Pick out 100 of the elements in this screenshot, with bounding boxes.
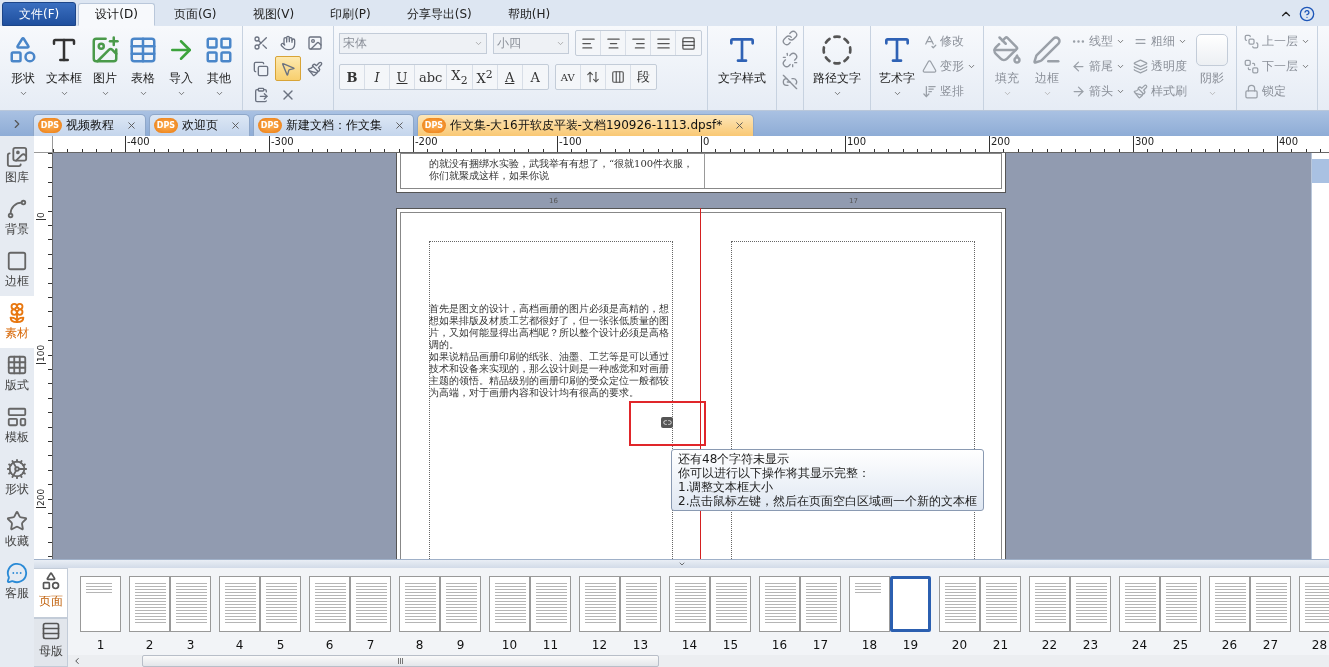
close-icon[interactable] xyxy=(394,120,405,131)
caret-icon xyxy=(832,89,842,98)
page-thumbnail[interactable] xyxy=(489,576,530,632)
format-button[interactable]: I xyxy=(365,65,390,89)
sidebar-item[interactable]: 收藏 xyxy=(0,504,34,556)
page-thumbnail[interactable] xyxy=(219,576,260,632)
page-thumbnail[interactable] xyxy=(1299,576,1329,632)
panel-tab[interactable]: 页面 xyxy=(34,568,68,618)
page-thumbnail[interactable] xyxy=(309,576,350,632)
sidebar-item[interactable]: 客服 xyxy=(0,556,34,608)
page-number: 12 xyxy=(591,638,608,652)
close-icon[interactable] xyxy=(126,120,137,131)
file-menu-button[interactable]: 文件(F) xyxy=(2,2,77,26)
panel-tab[interactable]: 母版 xyxy=(34,617,68,667)
page-thumbnail[interactable] xyxy=(1070,576,1111,632)
close-icon[interactable] xyxy=(734,120,746,131)
page-thumbnail[interactable] xyxy=(759,576,800,632)
scroll-left-icon[interactable] xyxy=(72,656,82,666)
art-text-button[interactable]: 艺术字 xyxy=(876,30,918,100)
document-tab[interactable]: DPS 欢迎页 xyxy=(149,114,250,136)
line-spacing-icon xyxy=(585,70,600,84)
format-button[interactable]: X$^{2}$ xyxy=(472,65,498,89)
char-spacing-button[interactable]: AV xyxy=(555,65,581,89)
page-thumbnail[interactable] xyxy=(849,576,890,632)
page-number: 18 xyxy=(861,638,878,652)
page-thumbnail[interactable] xyxy=(980,576,1021,632)
import-button[interactable]: 导入 xyxy=(163,30,199,100)
page-thumbnail[interactable] xyxy=(399,576,440,632)
link-icon[interactable] xyxy=(782,30,798,46)
align-right-icon xyxy=(630,35,646,51)
page-thumbnail[interactable] xyxy=(350,576,391,632)
sidebar-item[interactable]: 形状 xyxy=(0,452,34,504)
page-thumbnail[interactable] xyxy=(800,576,841,632)
page-thumbnail[interactable] xyxy=(1029,576,1070,632)
document-tab[interactable]: DPS 视频教程 xyxy=(33,114,146,136)
sidebar-item[interactable]: 边框 xyxy=(0,244,34,296)
path-text-button[interactable]: 路径文字 xyxy=(809,30,865,100)
caret-icon xyxy=(176,89,186,98)
sidebar-item[interactable]: 模板 xyxy=(0,400,34,452)
page-thumbnail[interactable] xyxy=(1160,576,1201,632)
help-icon[interactable] xyxy=(1299,6,1315,22)
page-thumbnail[interactable] xyxy=(669,576,710,632)
page-thumbnail[interactable] xyxy=(710,576,751,632)
template-icon xyxy=(6,406,28,428)
format-button[interactable]: X$_{2}$ xyxy=(447,65,473,89)
cog-icon xyxy=(6,458,28,480)
unlink-icon[interactable] xyxy=(782,52,798,68)
picture-button[interactable]: 图片 xyxy=(87,30,123,100)
page-thumbnail[interactable] xyxy=(260,576,301,632)
page-thumbnail[interactable] xyxy=(80,576,121,632)
menu-tab[interactable]: 分享导出(S) xyxy=(389,3,489,26)
ruler-label: 400 xyxy=(1277,136,1299,151)
page-number: 4 xyxy=(235,638,244,652)
app-badge: DPS xyxy=(154,118,178,133)
broken-link-icon[interactable] xyxy=(782,74,798,90)
page-thumbnail[interactable] xyxy=(1250,576,1291,632)
page-thumbnail[interactable] xyxy=(579,576,620,632)
sidebar-item[interactable]: 版式 xyxy=(0,348,34,400)
sidebar-item[interactable]: 图库 xyxy=(0,140,34,192)
close-icon[interactable] xyxy=(230,120,241,131)
sidebar-item[interactable]: 素材 xyxy=(0,296,34,348)
document-tab[interactable]: DPS 新建文档：作文集 xyxy=(253,114,414,136)
page-thumbnail[interactable] xyxy=(1209,576,1250,632)
menu-tab[interactable]: 印刷(P) xyxy=(313,3,388,26)
menu-tab[interactable]: 视图(V) xyxy=(235,3,312,26)
menu-tab[interactable]: 设计(D) xyxy=(78,3,155,26)
overflow-icon[interactable] xyxy=(661,417,673,428)
image-icon xyxy=(307,34,323,51)
menu-tab[interactable]: 帮助(H) xyxy=(490,3,568,26)
page-thumbnail[interactable] xyxy=(170,576,211,632)
tool-button[interactable] xyxy=(275,56,301,81)
format-button[interactable]: U xyxy=(390,65,415,89)
document-tab[interactable]: DPS 作文集-大16开软皮平装-文档190926-1113.dpsf* xyxy=(417,114,755,136)
page-thumbnail[interactable] xyxy=(890,576,931,632)
sidebar-item[interactable]: 背景 xyxy=(0,192,34,244)
ruler-label: 200 xyxy=(36,488,46,508)
page-thumbnail[interactable] xyxy=(1119,576,1160,632)
paragraph-button[interactable]: 段 xyxy=(630,65,656,89)
app-badge: DPS xyxy=(38,118,62,133)
text-style-button[interactable]: 文字样式 xyxy=(713,30,771,89)
page-thumbnail[interactable] xyxy=(620,576,661,632)
format-button[interactable]: A xyxy=(497,65,523,89)
circle-path-icon xyxy=(821,34,853,66)
page-thumbnail[interactable] xyxy=(440,576,481,632)
table-button[interactable]: 表格 xyxy=(125,30,161,100)
tooltip-line: 你可以进行以下操作将其显示完整： xyxy=(678,466,871,480)
text-box-button[interactable]: 文本框 xyxy=(43,30,85,100)
menu-tab[interactable]: 页面(G) xyxy=(156,3,234,26)
format-button[interactable]: A xyxy=(522,65,548,89)
format-button[interactable]: abc xyxy=(415,65,448,89)
page-thumbnail[interactable] xyxy=(129,576,170,632)
shape-button[interactable]: 形状 xyxy=(5,30,41,100)
caret-icon xyxy=(967,62,976,71)
other-button[interactable]: 其他 xyxy=(201,30,237,100)
scrollbar-thumb[interactable] xyxy=(142,655,659,667)
page-number: 19 xyxy=(902,638,919,652)
page-number: 21 xyxy=(992,638,1009,652)
format-button[interactable]: B xyxy=(340,65,365,89)
page-thumbnail[interactable] xyxy=(939,576,980,632)
page-thumbnail[interactable] xyxy=(530,576,571,632)
